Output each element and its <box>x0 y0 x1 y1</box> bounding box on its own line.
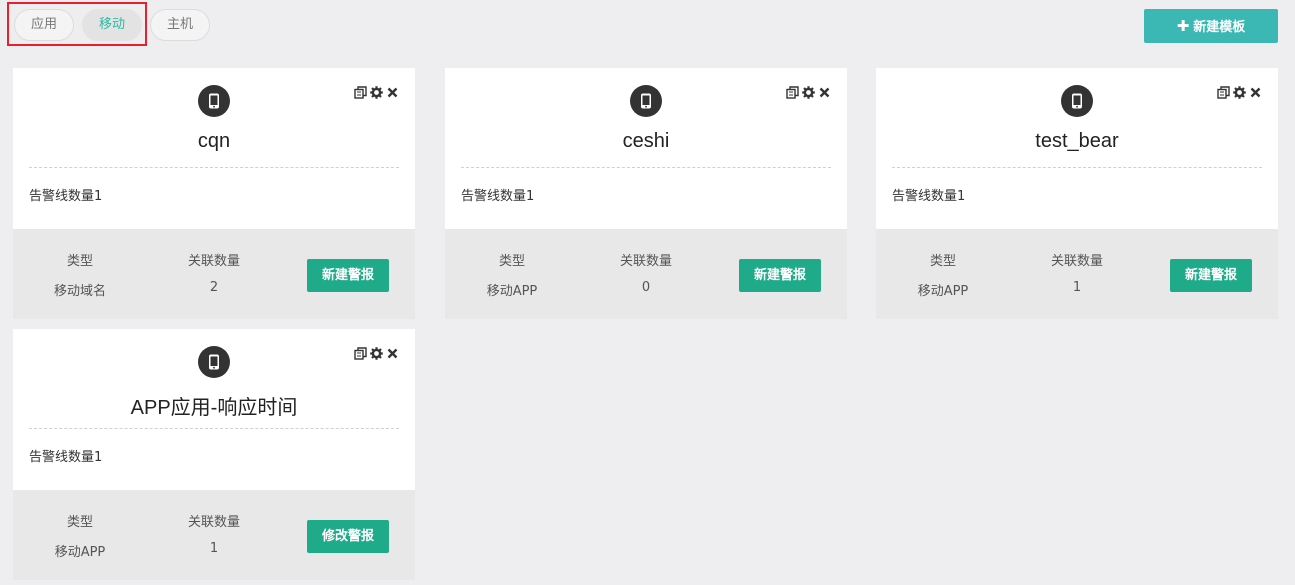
close-icon[interactable] <box>818 86 831 99</box>
edit-alert-button[interactable]: 修改警报 <box>307 520 389 553</box>
count-label: 关联数量 <box>619 254 672 269</box>
plus-icon: ✚ <box>1176 17 1190 35</box>
template-card: test_bear 告警线数量1 类型 移动APP 关联数量 1 新建警报 <box>876 68 1278 319</box>
tab-host[interactable]: 主机 <box>150 9 210 41</box>
card-actions <box>786 86 831 100</box>
divider <box>29 167 399 168</box>
new-alert-button[interactable]: 新建警报 <box>739 259 821 292</box>
type-value: 移动APP <box>917 284 969 299</box>
new-template-label: 新建模板 <box>1193 20 1246 35</box>
card-actions <box>354 347 399 361</box>
card-description: 告警线数量1 <box>29 189 103 204</box>
new-template-button[interactable]: ✚ 新建模板 <box>1144 9 1278 43</box>
count-value: 1 <box>1072 280 1082 295</box>
card-title: cqn <box>197 130 231 152</box>
type-label: 类型 <box>66 254 93 269</box>
tab-mobile[interactable]: 移动 <box>82 9 142 41</box>
divider <box>892 167 1262 168</box>
card-description: 告警线数量1 <box>461 189 535 204</box>
template-card: ceshi 告警线数量1 类型 移动APP 关联数量 0 新建警报 <box>445 68 847 319</box>
copy-icon[interactable] <box>786 86 799 99</box>
mobile-icon <box>198 85 230 117</box>
card-actions <box>354 86 399 100</box>
new-alert-button[interactable]: 新建警报 <box>1170 259 1252 292</box>
gear-icon[interactable] <box>1233 86 1246 99</box>
close-icon[interactable] <box>386 347 399 360</box>
template-card: APP应用-响应时间 告警线数量1 类型 移动APP 关联数量 1 修改警报 <box>13 329 415 580</box>
copy-icon[interactable] <box>354 347 367 360</box>
gear-icon[interactable] <box>370 347 383 360</box>
count-label: 关联数量 <box>187 515 240 530</box>
card-footer: 类型 移动域名 关联数量 2 新建警报 <box>13 229 415 319</box>
count-value: 1 <box>209 541 219 556</box>
type-value: 移动APP <box>54 545 106 560</box>
mobile-icon <box>1061 85 1093 117</box>
card-description: 告警线数量1 <box>892 189 966 204</box>
copy-icon[interactable] <box>1217 86 1230 99</box>
close-icon[interactable] <box>386 86 399 99</box>
type-label: 类型 <box>66 515 93 530</box>
card-footer: 类型 移动APP 关联数量 1 修改警报 <box>13 490 415 580</box>
card-footer: 类型 移动APP 关联数量 0 新建警报 <box>445 229 847 319</box>
copy-icon[interactable] <box>354 86 367 99</box>
card-actions <box>1217 86 1262 100</box>
template-page: 应用 移动 主机 ✚ 新建模板 cqn 告警线数量1 类型 移动域名 关联数量 2… <box>0 0 1295 585</box>
card-title: APP应用-响应时间 <box>130 397 298 419</box>
gear-icon[interactable] <box>802 86 815 99</box>
divider <box>29 428 399 429</box>
card-description: 告警线数量1 <box>29 450 103 465</box>
template-card: cqn 告警线数量1 类型 移动域名 关联数量 2 新建警报 <box>13 68 415 319</box>
mobile-icon <box>630 85 662 117</box>
tab-app[interactable]: 应用 <box>14 9 74 41</box>
new-alert-button[interactable]: 新建警报 <box>307 259 389 292</box>
card-title: test_bear <box>1035 130 1119 152</box>
count-value: 0 <box>641 280 651 295</box>
type-label: 类型 <box>929 254 956 269</box>
type-value: 移动APP <box>486 284 538 299</box>
type-label: 类型 <box>498 254 525 269</box>
type-value: 移动域名 <box>53 284 106 299</box>
count-label: 关联数量 <box>1050 254 1103 269</box>
card-footer: 类型 移动APP 关联数量 1 新建警报 <box>876 229 1278 319</box>
mobile-icon <box>198 346 230 378</box>
close-icon[interactable] <box>1249 86 1262 99</box>
card-title: ceshi <box>622 130 670 152</box>
divider <box>461 167 831 168</box>
count-value: 2 <box>209 280 219 295</box>
gear-icon[interactable] <box>370 86 383 99</box>
count-label: 关联数量 <box>187 254 240 269</box>
